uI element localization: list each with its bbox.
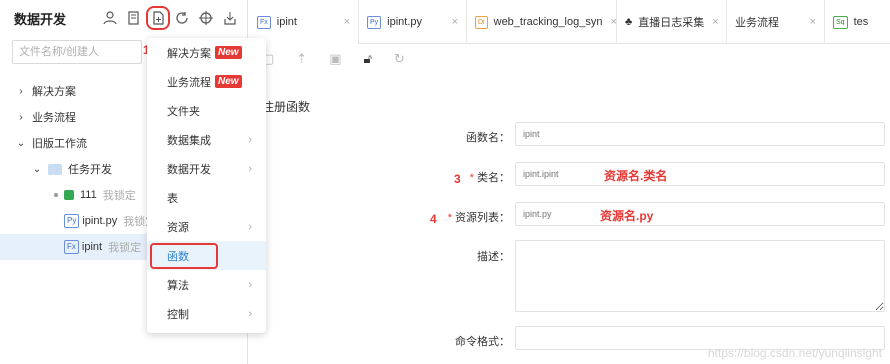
form-title: 注册函数 <box>262 100 311 114</box>
close-icon[interactable]: × <box>704 16 718 28</box>
tab-label: 直播日志采集 <box>638 17 705 29</box>
close-icon[interactable]: × <box>802 16 816 28</box>
close-icon[interactable]: × <box>336 16 350 28</box>
data-integration-icon: Di <box>475 15 488 29</box>
lock-icon[interactable]: 🔓︎ <box>364 51 372 67</box>
func-name-label: 函数名： <box>466 132 510 144</box>
function-file-icon: Fx <box>64 240 79 254</box>
upload-icon[interactable]: ⇡ <box>296 51 307 67</box>
function-file-icon: Fx <box>257 15 271 29</box>
menu-item-data-integration[interactable]: 数据集成 › <box>147 125 266 154</box>
cube-icon <box>64 190 74 200</box>
refresh-icon[interactable] <box>172 8 192 28</box>
search-input[interactable] <box>12 40 142 64</box>
tree-item-label: 解决方案 <box>32 86 76 98</box>
menu-item-label: 算法 <box>167 279 189 292</box>
class-name-input[interactable] <box>515 162 885 186</box>
menu-item-workflow[interactable]: 业务流程 New <box>147 67 266 96</box>
tree-item-label: 业务流程 <box>32 112 76 124</box>
tab-web-tracking[interactable]: Di web_tracking_log_syn × <box>467 0 617 44</box>
chevron-right-icon: › <box>248 278 252 291</box>
menu-item-function[interactable]: 函数 <box>147 241 266 270</box>
editor-toolbar: ▢ ⇡ ▣ 🔓︎ ↻ <box>262 48 405 70</box>
close-icon[interactable]: × <box>444 16 458 28</box>
menu-item-label: 文件夹 <box>167 105 200 118</box>
lock-status: 我锁定 <box>108 242 142 254</box>
tab-live-log[interactable]: ♣ 直播日志采集 × <box>617 0 727 44</box>
app-root: 数据开发 文件名称/创建人 › 解决方案 › 业务流程 ⌄ 旧版工作流 ⌄ 任务… <box>0 0 890 364</box>
menu-item-data-dev[interactable]: 数据开发 › <box>147 154 266 183</box>
python-file-icon: Py <box>64 214 80 228</box>
menu-item-label: 控制 <box>167 308 189 321</box>
description-label: 描述： <box>477 251 510 263</box>
func-name-input[interactable] <box>515 122 885 146</box>
chevron-right-icon: › <box>248 307 252 320</box>
highlight-box <box>150 243 218 269</box>
chevron-down-icon: ⌄ <box>32 163 42 175</box>
folder-icon <box>48 163 62 175</box>
workflow-icon: ♣ <box>625 16 633 28</box>
sql-file-icon: Sq <box>833 15 848 29</box>
import-icon[interactable] <box>220 8 240 28</box>
locate-icon[interactable] <box>196 8 216 28</box>
tab-label: ipint.py <box>387 16 423 28</box>
document-search-icon[interactable] <box>124 8 144 28</box>
new-file-menu: 解决方案 New 业务流程 New 文件夹 数据集成 › 数据开发 › 表 资源… <box>147 38 266 333</box>
tree-item-label: 任务开发 <box>68 164 112 176</box>
tab-tes[interactable]: Sq tes <box>825 0 890 44</box>
menu-item-folder[interactable]: 文件夹 <box>147 96 266 125</box>
chevron-right-icon: › <box>248 133 252 146</box>
dot-icon <box>54 193 58 197</box>
lock-status: 我锁定 <box>102 190 136 202</box>
tab-label: tes <box>853 16 869 28</box>
tab-ipint-py[interactable]: Py ipint.py × <box>359 0 467 44</box>
format-icon[interactable]: ▣ <box>329 51 341 67</box>
close-icon[interactable]: × <box>602 16 616 28</box>
menu-item-table[interactable]: 表 <box>147 183 266 212</box>
description-textarea[interactable] <box>515 240 885 312</box>
sidebar-toolbar <box>100 6 240 30</box>
menu-item-label: 业务流程 <box>167 76 211 89</box>
menu-item-algorithm[interactable]: 算法 › <box>147 270 266 299</box>
menu-item-label: 解决方案 <box>167 47 211 60</box>
resource-list-label: * 资源列表： <box>447 212 510 224</box>
sidebar-header: 数据开发 <box>0 0 247 36</box>
resource-hint: 资源名.py <box>600 209 654 223</box>
class-name-label: * 类名： <box>469 172 510 184</box>
reload-icon[interactable]: ↻ <box>394 51 405 67</box>
sidebar-title: 数据开发 <box>14 11 67 27</box>
menu-item-label: 表 <box>167 192 178 205</box>
tab-business-flow[interactable]: 业务流程 × <box>727 0 825 44</box>
tree-item-label: 旧版工作流 <box>32 138 87 150</box>
watermark: https://blog.csdn.net/yunqiinsight <box>707 346 882 360</box>
tree-item-label: 111 <box>80 189 97 201</box>
tab-label: ipint <box>276 16 297 28</box>
tree-item-label: ipint <box>81 241 103 253</box>
new-badge: New <box>215 46 242 59</box>
chevron-right-icon: › <box>248 220 252 233</box>
tab-label: web_tracking_log_syn <box>493 16 603 28</box>
menu-item-label: 数据集成 <box>167 134 211 147</box>
tab-bar: Fx ipint × Py ipint.py × Di web_tracking… <box>249 0 890 45</box>
command-format-label: 命令格式： <box>455 336 510 348</box>
menu-item-label: 数据开发 <box>167 163 211 176</box>
menu-item-control[interactable]: 控制 › <box>147 299 266 328</box>
python-file-icon: Py <box>367 15 382 29</box>
menu-item-solution[interactable]: 解决方案 New <box>147 38 266 67</box>
chevron-right-icon: › <box>19 111 23 123</box>
user-icon[interactable] <box>100 8 120 28</box>
resource-list-input[interactable] <box>515 202 885 226</box>
menu-item-resource[interactable]: 资源 › <box>147 212 266 241</box>
chevron-right-icon: › <box>19 85 23 97</box>
new-file-icon[interactable] <box>146 6 170 30</box>
tree-item-label: ipint.py <box>82 215 118 227</box>
chevron-down-icon: ⌄ <box>16 137 26 149</box>
menu-item-label: 资源 <box>167 221 189 234</box>
new-badge: New <box>215 75 242 88</box>
chevron-right-icon: › <box>248 162 252 175</box>
tab-label: 业务流程 <box>735 17 779 29</box>
class-hint: 资源名.类名 <box>604 169 668 183</box>
